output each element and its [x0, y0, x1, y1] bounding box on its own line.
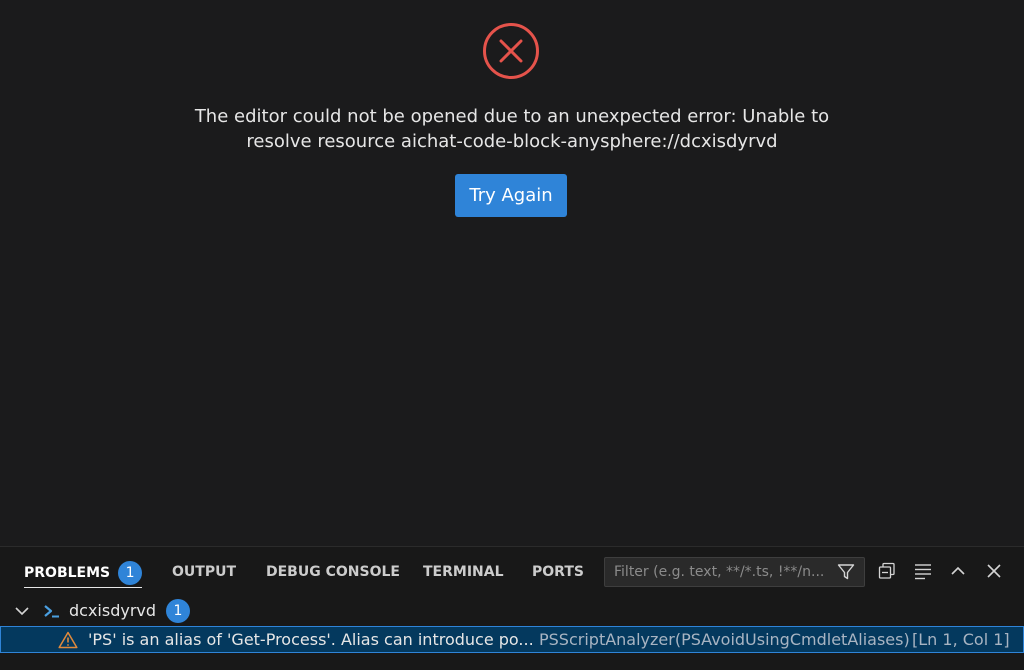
problem-message: 'PS' is an alias of 'Get-Process'. Alias… [88, 630, 534, 649]
filter-icon[interactable] [837, 563, 855, 581]
tab-problems[interactable]: PROBLEMS 1 [24, 561, 143, 588]
bottom-panel: PROBLEMS 1 OUTPUT DEBUG CONSOLE TERMINAL … [0, 546, 1024, 670]
collapse-all-icon[interactable] [877, 561, 897, 581]
problems-count-badge: 1 [118, 561, 143, 585]
tab-label: PROBLEMS [24, 565, 111, 581]
tab-terminal[interactable]: TERMINAL [423, 561, 504, 587]
chevron-up-icon[interactable] [948, 561, 968, 581]
error-message-line: resolve resource aichat-code-block-anysp… [246, 131, 778, 152]
filter-box [604, 557, 865, 587]
problems-filter-input[interactable] [605, 558, 827, 586]
problem-source: PSScriptAnalyzer(PSAvoidUsingCmdletAlias… [539, 630, 910, 649]
file-name: dcxisdyrvd [69, 601, 157, 620]
file-problem-count-badge: 1 [166, 599, 190, 623]
tab-output[interactable]: OUTPUT [172, 561, 236, 587]
error-message: The editor could not be opened due to an… [162, 104, 862, 154]
problem-location: [Ln 1, Col 1] [912, 630, 1010, 649]
view-as-list-icon[interactable] [913, 561, 933, 581]
error-circle-x-icon [483, 23, 539, 79]
warning-icon [58, 631, 78, 649]
problem-row[interactable]: 'PS' is an alias of 'Get-Process'. Alias… [0, 626, 1024, 653]
chevron-down-icon[interactable] [14, 603, 30, 619]
try-again-button[interactable]: Try Again [455, 174, 567, 217]
error-message-line: The editor could not be opened due to an… [194, 106, 830, 127]
close-icon[interactable] [984, 561, 1004, 581]
tab-ports[interactable]: PORTS [532, 561, 584, 587]
editor-area: The editor could not be opened due to an… [0, 0, 1024, 546]
file-tree-row[interactable]: dcxisdyrvd 1 [0, 599, 1024, 623]
tab-debug-console[interactable]: DEBUG CONSOLE [266, 561, 400, 587]
powershell-icon [44, 605, 59, 618]
